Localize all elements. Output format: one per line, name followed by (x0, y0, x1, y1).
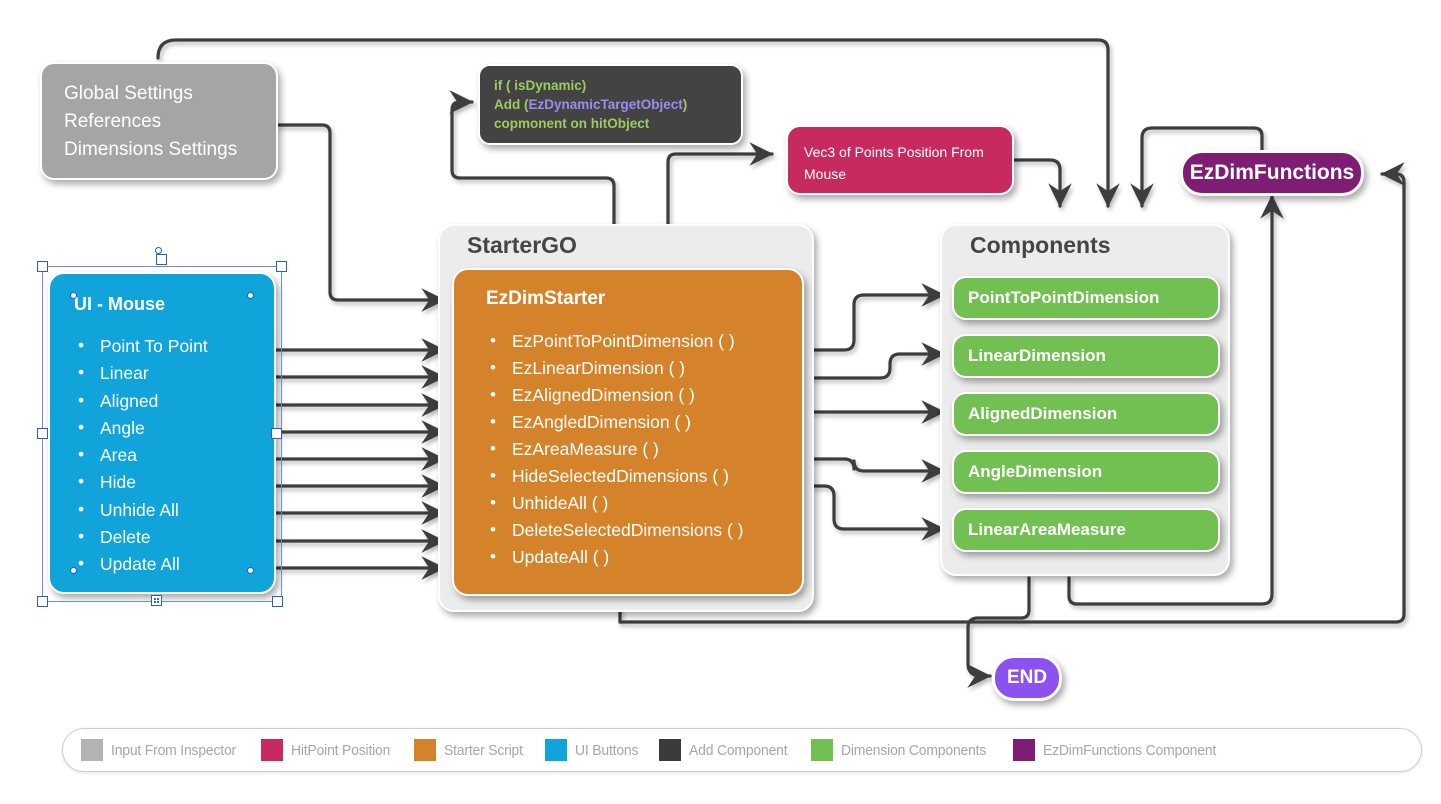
diagram-canvas: Global Settings References Dimensions Se… (0, 0, 1441, 804)
resize-handle-n[interactable] (156, 254, 167, 265)
legend-swatch-hitpoint-position (261, 739, 284, 761)
code-line-2: Add (EzDynamicTargetObject) (494, 95, 729, 114)
list-item[interactable]: DeleteSelectedDimensions ( ) (490, 516, 802, 544)
resize-handle-e[interactable] (271, 428, 282, 439)
legend-label: UI Buttons (574, 741, 639, 759)
ezdimfunctions-node[interactable]: EzDimFunctions (1180, 150, 1364, 196)
resize-handle-se[interactable] (272, 596, 283, 607)
ezdimstarter-method-list: EzPointToPointDimension ( ) EzLinearDime… (454, 310, 802, 571)
selection-frame (42, 266, 282, 602)
legend-item: Add Component (658, 739, 795, 761)
legend-item: Input From Inspector (81, 739, 245, 761)
legend-swatch-input-from-inspector (81, 739, 103, 761)
list-item[interactable]: EzAngledDimension ( ) (490, 408, 802, 436)
ezdimstarter-script-node[interactable]: EzDimStarter EzPointToPointDimension ( )… (452, 268, 804, 596)
code-line-1: if ( isDynamic) (494, 78, 587, 93)
component-label: PointToPointDimension (968, 288, 1160, 307)
legend-swatch-dimension-components (810, 739, 833, 761)
hitpoint-label: Vec3 of Points Position From Mouse (804, 144, 984, 182)
add-component-code-node[interactable]: if ( isDynamic) Add (EzDynamicTargetObje… (478, 64, 743, 145)
list-item[interactable]: EzAreaMeasure ( ) (490, 435, 802, 463)
code-add-keyword: Add ( (494, 97, 529, 112)
legend: Input From Inspector HitPoint Position S… (62, 728, 1422, 772)
legend-item: HitPoint Position (261, 739, 398, 761)
legend-label: Dimension Components (840, 741, 986, 759)
rotate-handle[interactable] (151, 595, 162, 606)
component-aligned-dimension[interactable]: AlignedDimension (952, 392, 1220, 436)
legend-label: Starter Script (444, 741, 523, 759)
legend-label: Add Component (688, 741, 788, 759)
component-linear-dimension[interactable]: LinearDimension (952, 334, 1220, 378)
legend-item: EzDimFunctions Component (1012, 739, 1229, 761)
component-label: LinearAreaMeasure (968, 520, 1126, 539)
resize-handle-nw[interactable] (37, 261, 48, 272)
inspector-node[interactable]: Global Settings References Dimensions Se… (40, 62, 278, 180)
inspector-line-2: References (64, 111, 162, 132)
code-line-3: copmonent on hitObject (494, 116, 650, 131)
legend-item: UI Buttons (544, 739, 643, 761)
ezdimstarter-title: EzDimStarter (486, 288, 606, 309)
legend-swatch-add-component (658, 739, 681, 761)
code-type-token: EzDynamicTargetObject (528, 97, 683, 112)
legend-label: Input From Inspector (111, 741, 236, 759)
legend-item: Dimension Components (810, 739, 997, 761)
ezdimfunctions-label: EzDimFunctions (1189, 161, 1355, 184)
component-label: AngleDimension (968, 462, 1103, 481)
connection-point-top[interactable] (155, 247, 162, 254)
list-item[interactable]: HideSelectedDimensions ( ) (490, 462, 802, 490)
legend-item: Starter Script (414, 739, 529, 761)
code-paren: ) (682, 97, 688, 112)
component-angle-dimension[interactable]: AngleDimension (952, 450, 1220, 494)
legend-label: EzDimFunctions Component (1042, 741, 1216, 759)
component-label: LinearDimension (968, 346, 1106, 365)
list-item[interactable]: EzLinearDimension ( ) (490, 354, 802, 382)
resize-handle-ne[interactable] (276, 261, 287, 272)
list-item[interactable]: EzAlignedDimension ( ) (490, 381, 802, 409)
resize-handle-w[interactable] (37, 428, 48, 439)
list-item[interactable]: UnhideAll ( ) (490, 489, 802, 517)
components-panel-title: Components (970, 232, 1111, 258)
inspector-line-1: Global Settings (64, 83, 193, 104)
component-point-to-point-dimension[interactable]: PointToPointDimension (952, 276, 1220, 320)
list-item[interactable]: EzPointToPointDimension ( ) (490, 327, 802, 355)
inspector-line-3: Dimensions Settings (64, 139, 238, 160)
end-label: END (1006, 667, 1048, 688)
resize-handle-sw[interactable] (37, 596, 48, 607)
end-node[interactable]: END (992, 655, 1062, 701)
legend-swatch-starter-script (414, 739, 437, 761)
legend-swatch-ezdimfunctions-component (1012, 739, 1035, 761)
startergo-panel-title: StarterGO (467, 232, 577, 258)
hitpoint-position-node[interactable]: Vec3 of Points Position From Mouse (786, 125, 1014, 195)
legend-label: HitPoint Position (291, 741, 391, 759)
component-label: AlignedDimension (968, 404, 1118, 423)
list-item[interactable]: UpdateAll ( ) (490, 543, 802, 571)
legend-swatch-ui-buttons (544, 739, 567, 761)
component-linear-area-measure[interactable]: LinearAreaMeasure (952, 508, 1220, 552)
